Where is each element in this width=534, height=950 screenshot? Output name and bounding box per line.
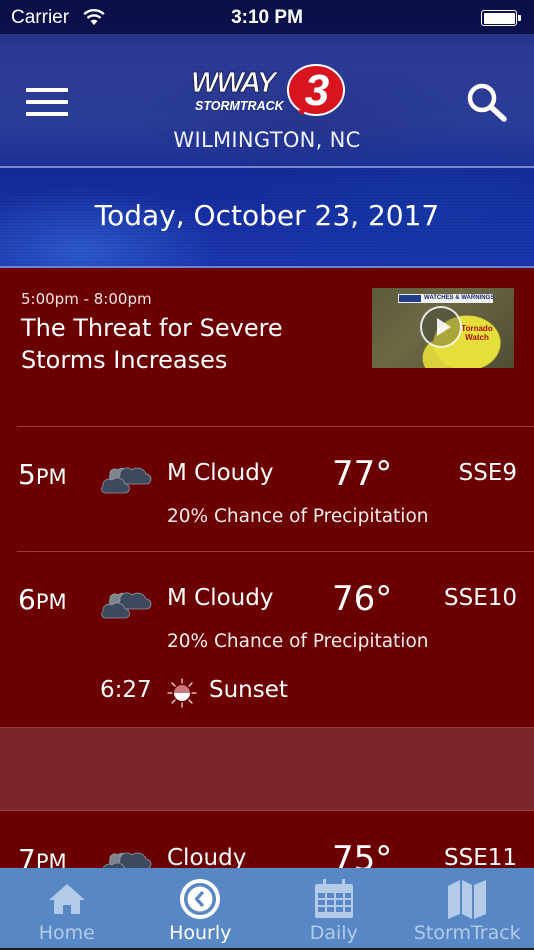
location-label[interactable]: WILMINGTON, NC	[0, 128, 534, 152]
row-precipitation: 20% Chance of Precipitation	[167, 506, 429, 527]
tab-hourly[interactable]: Hourly	[134, 868, 268, 948]
play-icon[interactable]	[420, 306, 462, 348]
tab-home[interactable]: Home	[0, 868, 134, 948]
row-temperature: 76°	[332, 579, 393, 619]
hamburger-icon-line	[26, 88, 68, 92]
tab-daily[interactable]: Daily	[267, 868, 401, 948]
logo-subtext: STORMTRACK	[195, 99, 285, 113]
featured-story[interactable]: 5:00pm - 8:00pm The Threat for Severe St…	[0, 268, 534, 426]
logo-number: 3	[305, 66, 329, 115]
menu-button[interactable]	[26, 86, 68, 118]
row-temperature: 77°	[332, 454, 393, 494]
wway-stormtrack-logo[interactable]: 3 WWAY STORMTRACK	[189, 64, 349, 118]
row-wind: SSE10	[444, 585, 517, 611]
status-time: 3:10 PM	[231, 7, 303, 28]
row-divider	[17, 551, 534, 552]
row-wind: SSE9	[458, 460, 517, 486]
row-divider	[17, 426, 534, 427]
mostly-cloudy-icon	[101, 467, 152, 494]
tab-label: Daily	[309, 922, 358, 944]
hamburger-icon-line	[26, 112, 68, 116]
row-precipitation: 20% Chance of Precipitation	[167, 631, 429, 652]
tab-bar: Home Hourly Daily StormTrack	[0, 868, 534, 950]
ad-banner-slot[interactable]	[0, 727, 534, 811]
tab-stormtrack[interactable]: StormTrack	[401, 868, 534, 948]
story-title[interactable]: The Threat for Severe Storms Increases	[21, 312, 351, 376]
row-hour: 5PM	[18, 458, 67, 491]
date-title: Today, October 23, 2017	[94, 199, 440, 232]
tab-label: Hourly	[169, 922, 232, 944]
tab-label: Home	[38, 922, 95, 944]
sunset-icon	[167, 678, 197, 708]
sunset-time: 6:27	[100, 677, 152, 703]
search-icon[interactable]	[463, 80, 511, 124]
thumbnail-banner: WATCHES & WARNINGS	[398, 294, 494, 303]
header-divider	[0, 266, 534, 268]
story-time-range: 5:00pm - 8:00pm	[21, 290, 152, 308]
calendar-icon	[314, 879, 353, 918]
home-icon	[48, 884, 85, 914]
story-video-thumbnail[interactable]: WATCHES & WARNINGS Tornado Watch	[372, 288, 514, 368]
status-bar: Carrier 3:10 PM	[0, 0, 534, 36]
clock-icon	[180, 879, 221, 919]
map-icon	[448, 880, 487, 919]
battery-icon	[481, 10, 521, 26]
row-condition: M Cloudy	[167, 585, 274, 611]
mostly-cloudy-icon	[101, 592, 152, 619]
row-hour: 6PM	[18, 583, 67, 616]
tab-label: StormTrack	[413, 922, 521, 944]
sunset-label: Sunset	[209, 677, 288, 703]
hamburger-icon-line	[26, 100, 68, 104]
row-condition: M Cloudy	[167, 460, 274, 486]
logo-text: WWAY	[191, 67, 279, 99]
